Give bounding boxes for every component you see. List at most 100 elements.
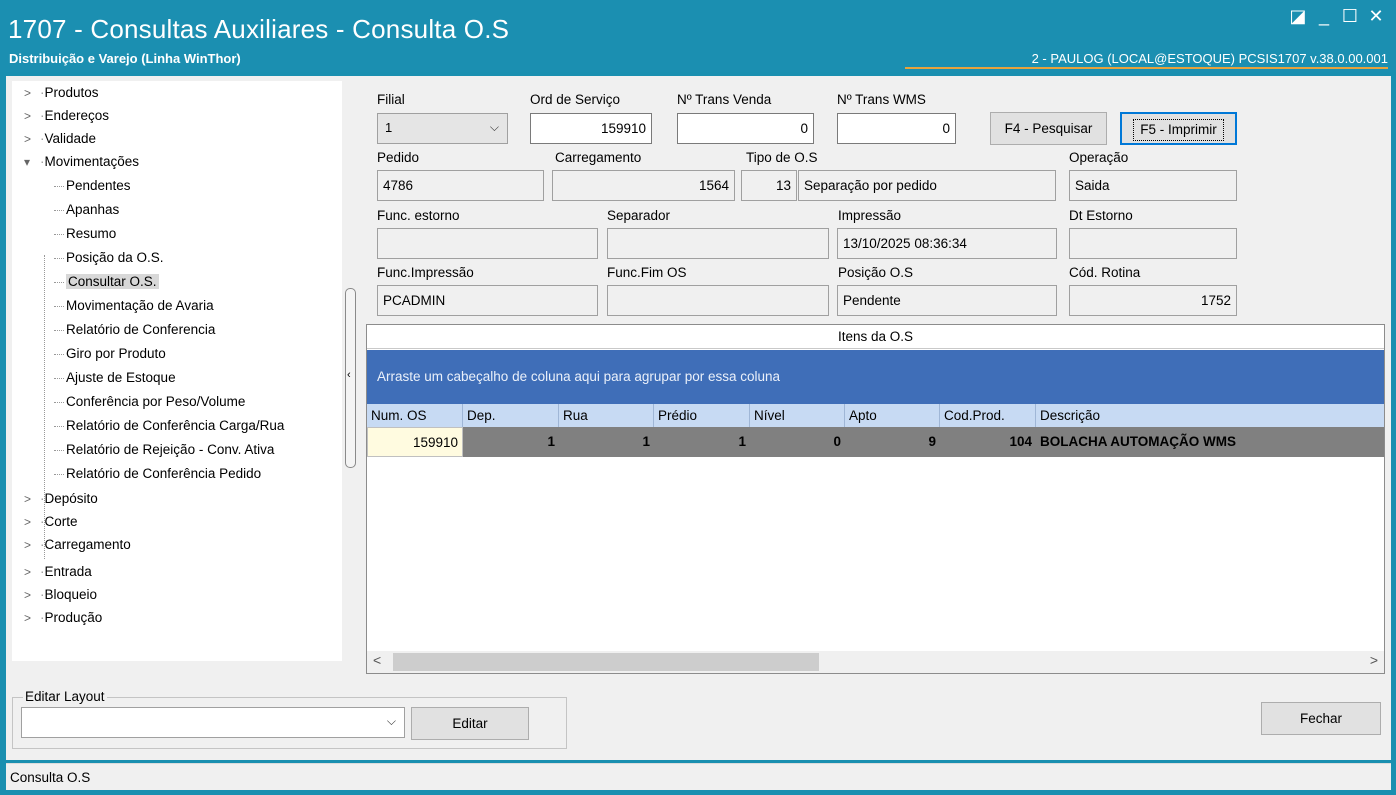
pesquisar-button[interactable]: F4 - Pesquisar — [990, 112, 1107, 145]
tree-item-producao[interactable]: > ·Produção — [24, 607, 102, 629]
column-header[interactable]: Prédio — [654, 404, 750, 427]
editar-layout-legend: Editar Layout — [23, 689, 107, 704]
chevron-right-icon[interactable]: > — [24, 488, 40, 510]
tree-item-entrada[interactable]: > ·Entrada — [24, 561, 92, 583]
collapse-left-icon[interactable]: ‹ — [347, 369, 351, 381]
maximize-icon[interactable]: ☐ — [1338, 6, 1362, 27]
column-header[interactable]: Nível — [750, 404, 845, 427]
tree-item-relatorio-pedido[interactable]: Relatório de Conferência Pedido — [54, 463, 261, 485]
column-header[interactable]: Apto — [845, 404, 940, 427]
operacao-label: Operação — [1069, 150, 1129, 165]
trans-venda-input[interactable]: 0 — [677, 113, 814, 144]
tree-item-produtos[interactable]: > ·Produtos — [24, 82, 99, 104]
horizontal-scrollbar[interactable]: < > — [367, 651, 1384, 673]
imprimir-button[interactable]: F5 - Imprimir — [1120, 112, 1237, 145]
table-cell[interactable]: 159910 — [367, 427, 463, 457]
tree-item-pendentes[interactable]: Pendentes — [54, 175, 131, 197]
scroll-left-icon[interactable]: < — [373, 652, 381, 668]
func-estorno-label: Func. estorno — [377, 208, 460, 223]
tree-item-relatorio-carga-rua[interactable]: Relatório de Conferência Carga/Rua — [54, 415, 284, 437]
filial-select[interactable]: 1 ⌵ — [377, 113, 508, 144]
chevron-right-icon[interactable]: > — [24, 82, 40, 104]
table-row[interactable]: 159910 1 1 1 0 9 104 BOLACHA AUTOMAÇÃO W… — [367, 427, 1384, 457]
tree-item-resumo[interactable]: Resumo — [54, 223, 116, 245]
func-impressao-field: PCADMIN — [377, 285, 598, 316]
grid-header: Num. OS Dep. Rua Prédio Nível Apto Cod.P… — [367, 404, 1384, 427]
posicao-os-label: Posição O.S — [838, 265, 914, 280]
separador-field — [607, 228, 829, 259]
window-subtitle: Distribuição e Varejo (Linha WinThor) — [9, 51, 241, 66]
tree-item-conferencia-peso[interactable]: Conferência por Peso/Volume — [54, 391, 245, 413]
table-cell[interactable]: 1 — [559, 427, 654, 457]
accent-line — [905, 67, 1388, 69]
editar-button[interactable]: Editar — [411, 707, 529, 740]
trans-venda-label: Nº Trans Venda — [677, 92, 772, 107]
cod-rotina-field: 1752 — [1069, 285, 1237, 316]
tree-item-relatorio-rejeicao[interactable]: Relatório de Rejeição - Conv. Ativa — [54, 439, 274, 461]
chevron-right-icon[interactable]: > — [24, 128, 40, 150]
close-icon[interactable]: ✕ — [1364, 6, 1388, 27]
func-estorno-field — [377, 228, 598, 259]
column-header[interactable]: Cod.Prod. — [940, 404, 1036, 427]
tree-item-enderecos[interactable]: > ·Endereços — [24, 105, 109, 127]
group-by-panel[interactable]: Arraste um cabeçalho de coluna aqui para… — [367, 350, 1384, 404]
minimize-icon[interactable]: _ — [1312, 6, 1336, 27]
tipo-os-code-field: 13 — [741, 170, 797, 201]
layout-select[interactable]: ⌵ — [21, 707, 405, 738]
chevron-down-icon: ⌵ — [386, 714, 396, 728]
tree-item-apanhas[interactable]: Apanhas — [54, 199, 119, 221]
scroll-right-icon[interactable]: > — [1370, 652, 1378, 668]
chevron-right-icon[interactable]: > — [24, 561, 40, 583]
cod-rotina-label: Cód. Rotina — [1069, 265, 1141, 280]
fechar-button[interactable]: Fechar — [1261, 702, 1381, 735]
tree-item-posicao-os[interactable]: Posição da O.S. — [54, 247, 164, 269]
tree-item-corte[interactable]: > ·Corte — [24, 511, 78, 533]
chevron-down-icon[interactable]: ▾ — [24, 151, 40, 173]
tipo-os-desc-field: Separação por pedido — [798, 170, 1056, 201]
chevron-right-icon[interactable]: > — [24, 607, 40, 629]
ord-servico-input[interactable]: 159910 — [530, 113, 652, 144]
tree-item-relatorio-conferencia[interactable]: Relatório de Conferencia — [54, 319, 215, 341]
chevron-right-icon[interactable]: > — [24, 105, 40, 127]
tree-item-bloqueio[interactable]: > ·Bloqueio — [24, 584, 97, 606]
status-bar: Consulta O.S — [6, 763, 1391, 790]
restore-icon[interactable]: ◪ — [1286, 6, 1310, 27]
trans-wms-label: Nº Trans WMS — [837, 92, 926, 107]
grid-title: Itens da O.S — [367, 325, 1384, 349]
scrollbar-thumb[interactable] — [393, 653, 819, 671]
posicao-os-field: Pendente — [837, 285, 1057, 316]
column-header[interactable]: Num. OS — [367, 404, 463, 427]
table-cell[interactable]: 9 — [845, 427, 940, 457]
column-header[interactable]: Rua — [559, 404, 654, 427]
tree-item-movimentacoes[interactable]: ▾ ·Movimentações — [24, 151, 139, 173]
table-cell[interactable]: 0 — [750, 427, 845, 457]
table-cell[interactable]: BOLACHA AUTOMAÇÃO WMS — [1036, 427, 1386, 457]
table-cell[interactable]: 1 — [654, 427, 750, 457]
tree-item-ajuste-estoque[interactable]: Ajuste de Estoque — [54, 367, 176, 389]
tree-item-giro-produto[interactable]: Giro por Produto — [54, 343, 166, 365]
tree-item-carregamento[interactable]: > ·Carregamento — [24, 534, 131, 556]
trans-wms-input[interactable]: 0 — [837, 113, 956, 144]
itens-grid: Itens da O.S Arraste um cabeçalho de col… — [366, 324, 1385, 674]
column-header[interactable]: Descrição — [1036, 404, 1386, 427]
session-info: 2 - PAULOG (LOCAL@ESTOQUE) PCSIS1707 v.3… — [1031, 51, 1388, 66]
tipo-os-label: Tipo de O.S — [746, 150, 818, 165]
func-impressao-label: Func.Impressão — [377, 265, 474, 280]
title-bar: 1707 - Consultas Auxiliares - Consulta O… — [0, 0, 1396, 72]
tree-item-deposito[interactable]: > ·Depósito — [24, 488, 98, 510]
pedido-field: 4786 — [377, 170, 544, 201]
func-fim-os-label: Func.Fim OS — [607, 265, 687, 280]
tree-item-consultar-os[interactable]: Consultar O.S. — [54, 271, 159, 293]
tree-item-movimentacao-avaria[interactable]: Movimentação de Avaria — [54, 295, 214, 317]
impressao-field: 13/10/2025 08:36:34 — [837, 228, 1057, 259]
column-header[interactable]: Dep. — [463, 404, 559, 427]
panel-splitter[interactable]: ‹ — [345, 288, 356, 468]
dt-estorno-field — [1069, 228, 1237, 259]
chevron-right-icon[interactable]: > — [24, 511, 40, 533]
chevron-right-icon[interactable]: > — [24, 584, 40, 606]
chevron-right-icon[interactable]: > — [24, 534, 40, 556]
table-cell[interactable]: 1 — [463, 427, 559, 457]
pedido-label: Pedido — [377, 150, 420, 165]
tree-item-validade[interactable]: > ·Validade — [24, 128, 96, 150]
table-cell[interactable]: 104 — [940, 427, 1036, 457]
